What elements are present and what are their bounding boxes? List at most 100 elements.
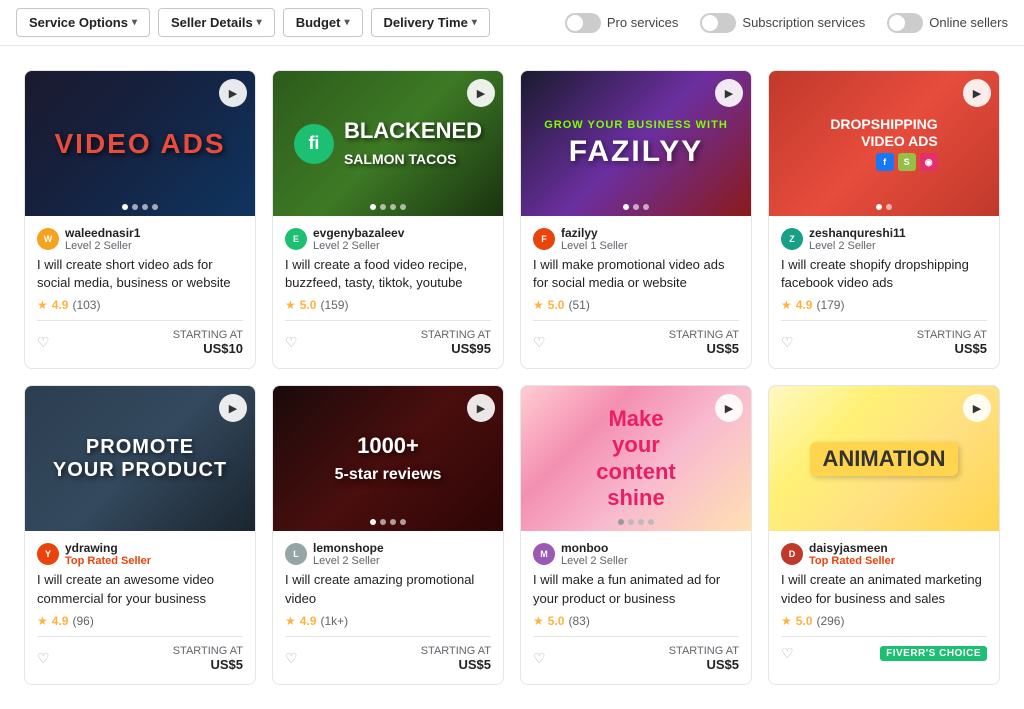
star-icon-1: ★ bbox=[37, 298, 48, 312]
subscription-toggle[interactable] bbox=[700, 13, 736, 33]
avatar-4: Z bbox=[781, 228, 803, 250]
budget-button[interactable]: Budget ▾ bbox=[283, 8, 363, 37]
seller-name-5: ydrawing bbox=[65, 541, 151, 555]
seller-level-5: Top Rated Seller bbox=[65, 555, 151, 567]
seller-info-6: lemonshope Level 2 Seller bbox=[313, 541, 384, 567]
play-button-3[interactable]: ▶ bbox=[715, 79, 743, 107]
star-icon-2: ★ bbox=[285, 298, 296, 312]
price-section-3: STARTING AT US$5 bbox=[669, 329, 739, 356]
price-section-1: STARTING AT US$10 bbox=[173, 329, 243, 356]
seller-name-6: lemonshope bbox=[313, 541, 384, 555]
seller-details-label: Seller Details bbox=[171, 15, 253, 30]
favorite-button-2[interactable]: ♡ bbox=[285, 334, 298, 351]
card-4: DROPSHIPPINGVIDEO ADS f S ◉ ▶ bbox=[768, 70, 1000, 369]
card-3-body: F fazilyy Level 1 Seller I will make pro… bbox=[521, 216, 751, 368]
chevron-down-icon: ▾ bbox=[472, 17, 477, 28]
seller-level-1: Level 2 Seller bbox=[65, 240, 140, 252]
seller-level-7: Level 2 Seller bbox=[561, 555, 628, 567]
filter-bar: Service Options ▾ Seller Details ▾ Budge… bbox=[0, 0, 1024, 46]
rating-count-4: (179) bbox=[816, 298, 844, 312]
service-options-button[interactable]: Service Options ▾ bbox=[16, 8, 150, 37]
online-sellers-toggle[interactable] bbox=[887, 13, 923, 33]
play-button-4[interactable]: ▶ bbox=[963, 79, 991, 107]
card-6-body: L lemonshope Level 2 Seller I will creat… bbox=[273, 531, 503, 683]
card-title-8: I will create an animated marketing vide… bbox=[781, 571, 987, 607]
shopify-icon: S bbox=[898, 153, 916, 171]
avatar-3: F bbox=[533, 228, 555, 250]
facebook-icon: f bbox=[876, 153, 894, 171]
card-5-body: Y ydrawing Top Rated Seller I will creat… bbox=[25, 531, 255, 683]
chevron-down-icon: ▾ bbox=[257, 17, 262, 28]
avatar-8: D bbox=[781, 543, 803, 565]
seller-info-8: daisyjasmeen Top Rated Seller bbox=[809, 541, 895, 567]
online-sellers-toggle-group: Online sellers bbox=[887, 13, 1008, 33]
play-button-1[interactable]: ▶ bbox=[219, 79, 247, 107]
seller-name-8: daisyjasmeen bbox=[809, 541, 895, 555]
card-footer-2: ♡ STARTING AT US$95 bbox=[285, 320, 491, 356]
card-title-7: I will make a fun animated ad for your p… bbox=[533, 571, 739, 607]
star-icon-7: ★ bbox=[533, 614, 544, 628]
card-4-body: Z zeshanqureshi11 Level 2 Seller I will … bbox=[769, 216, 999, 368]
star-icon-5: ★ bbox=[37, 614, 48, 628]
card-8-body: D daisyjasmeen Top Rated Seller I will c… bbox=[769, 531, 999, 673]
rating-value-7: 5.0 bbox=[548, 614, 565, 628]
seller-info-7: monboo Level 2 Seller bbox=[561, 541, 628, 567]
card-footer-7: ♡ STARTING AT US$5 bbox=[533, 636, 739, 672]
favorite-button-5[interactable]: ♡ bbox=[37, 650, 50, 667]
card-3: GROW YOUR BUSINESS WITH FAZILYY ▶ F fazi… bbox=[520, 70, 752, 369]
card-4-image: DROPSHIPPINGVIDEO ADS f S ◉ ▶ bbox=[769, 71, 999, 216]
star-icon-6: ★ bbox=[285, 614, 296, 628]
play-button-2[interactable]: ▶ bbox=[467, 79, 495, 107]
rating-value-4: 4.9 bbox=[796, 298, 813, 312]
seller-name-1: waleednasir1 bbox=[65, 226, 140, 240]
card-7-body: M monboo Level 2 Seller I will make a fu… bbox=[521, 531, 751, 683]
fiverrs-choice-badge: FIVERR'S CHOICE bbox=[880, 646, 987, 661]
seller-row-7: M monboo Level 2 Seller bbox=[533, 541, 739, 567]
card-title-5: I will create an awesome video commercia… bbox=[37, 571, 243, 607]
seller-info-2: evgenybazaleev Level 2 Seller bbox=[313, 226, 404, 252]
thousand-text: 1000+5-star reviews bbox=[335, 433, 442, 485]
card-footer-8: ♡ FIVERR'S CHOICE bbox=[781, 636, 987, 662]
favorite-button-8[interactable]: ♡ bbox=[781, 645, 794, 662]
pro-services-toggle[interactable] bbox=[565, 13, 601, 33]
favorite-button-4[interactable]: ♡ bbox=[781, 334, 794, 351]
favorite-button-6[interactable]: ♡ bbox=[285, 650, 298, 667]
price-section-7: STARTING AT US$5 bbox=[669, 645, 739, 672]
rating-count-8: (296) bbox=[816, 614, 844, 628]
price-5: US$5 bbox=[173, 657, 243, 672]
price-section-5: STARTING AT US$5 bbox=[173, 645, 243, 672]
rating-row-7: ★ 5.0 (83) bbox=[533, 614, 739, 628]
delivery-time-button[interactable]: Delivery Time ▾ bbox=[371, 8, 490, 37]
favorite-button-1[interactable]: ♡ bbox=[37, 334, 50, 351]
subscription-toggle-group: Subscription services bbox=[700, 13, 865, 33]
card-title-4: I will create shopify dropshipping faceb… bbox=[781, 256, 987, 292]
rating-row-1: ★ 4.9 (103) bbox=[37, 298, 243, 312]
seller-info-4: zeshanqureshi11 Level 2 Seller bbox=[809, 226, 906, 252]
card-5: PROMOTEYOUR PRODUCT ▶ Y ydrawing Top Rat… bbox=[24, 385, 256, 684]
rating-count-6: (1k+) bbox=[320, 614, 348, 628]
budget-label: Budget bbox=[296, 15, 341, 30]
seller-details-button[interactable]: Seller Details ▾ bbox=[158, 8, 275, 37]
image-dots-6 bbox=[370, 519, 406, 525]
subscription-label: Subscription services bbox=[742, 15, 865, 30]
pro-services-toggle-group: Pro services bbox=[565, 13, 679, 33]
rating-value-8: 5.0 bbox=[796, 614, 813, 628]
price-section-2: STARTING AT US$95 bbox=[421, 329, 491, 356]
favorite-button-7[interactable]: ♡ bbox=[533, 650, 546, 667]
card-2: fi BLACKENEDSALMON TACOS ▶ E evgenybazal… bbox=[272, 70, 504, 369]
seller-row-4: Z zeshanqureshi11 Level 2 Seller bbox=[781, 226, 987, 252]
image-dots-4 bbox=[876, 204, 892, 210]
toggle-group: Pro services Subscription services Onlin… bbox=[549, 13, 1008, 33]
seller-name-3: fazilyy bbox=[561, 226, 628, 240]
card-8: ANIMATION ▶ D daisyjasmeen Top Rated Sel… bbox=[768, 385, 1000, 684]
favorite-button-3[interactable]: ♡ bbox=[533, 334, 546, 351]
chevron-down-icon: ▾ bbox=[132, 17, 137, 28]
avatar-5: Y bbox=[37, 543, 59, 565]
rating-row-4: ★ 4.9 (179) bbox=[781, 298, 987, 312]
rating-row-2: ★ 5.0 (159) bbox=[285, 298, 491, 312]
card-1-body: W waleednasir1 Level 2 Seller I will cre… bbox=[25, 216, 255, 368]
card-footer-6: ♡ STARTING AT US$5 bbox=[285, 636, 491, 672]
seller-row-6: L lemonshope Level 2 Seller bbox=[285, 541, 491, 567]
avatar-2: E bbox=[285, 228, 307, 250]
online-sellers-label: Online sellers bbox=[929, 15, 1008, 30]
